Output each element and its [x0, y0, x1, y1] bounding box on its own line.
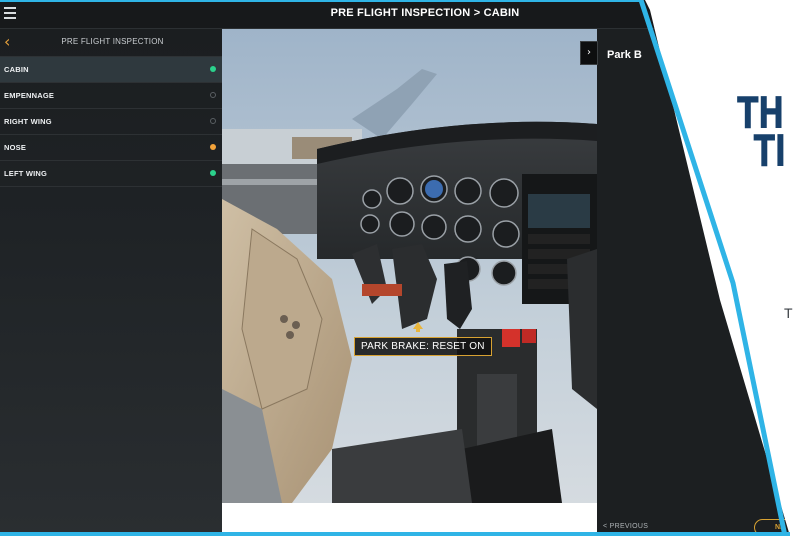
sidebar-item-label: RIGHT WING: [4, 117, 52, 126]
cockpit-panorama-photo[interactable]: [222, 29, 597, 503]
sidebar-title: PRE FLIGHT INSPECTION: [61, 37, 164, 46]
menu-icon[interactable]: [4, 5, 18, 21]
top-bar: PRE FLIGHT INSPECTION > CABIN: [0, 0, 794, 29]
hotspot-pin-icon[interactable]: [413, 322, 423, 332]
promo-heading: TH TI: [737, 92, 786, 174]
app-window: PRE FLIGHT INSPECTION > CABIN ‹ PRE FLIG…: [0, 0, 794, 536]
sidebar-item-label: CABIN: [4, 65, 29, 74]
status-complete-icon: [210, 170, 216, 176]
sidebar-item-nose[interactable]: NOSE: [0, 135, 222, 161]
status-warning-icon: [210, 144, 216, 150]
sidebar: ‹ PRE FLIGHT INSPECTION CABIN EMPENNAGE …: [0, 29, 222, 536]
previous-button[interactable]: < PREVIOUS: [603, 523, 648, 530]
park-brake-hotspot[interactable]: PARK BRAKE: RESET ON: [354, 337, 492, 356]
chevron-left-icon[interactable]: ‹: [4, 32, 10, 51]
section-list: CABIN EMPENNAGE RIGHT WING NOSE LEFT WIN…: [0, 57, 222, 187]
detail-title: Park B: [607, 49, 642, 61]
page-title: PRE FLIGHT INSPECTION > CABIN: [330, 7, 520, 19]
sidebar-item-label: EMPENNAGE: [4, 91, 55, 100]
sidebar-header: ‹ PRE FLIGHT INSPECTION: [0, 29, 222, 57]
chevron-right-icon[interactable]: ›: [580, 41, 598, 65]
photo-caption-strip: [222, 503, 597, 536]
status-complete-icon: [210, 66, 216, 72]
sidebar-item-left-wing[interactable]: LEFT WING: [0, 161, 222, 187]
cockpit-illustration: [222, 29, 597, 503]
sidebar-item-right-wing[interactable]: RIGHT WING: [0, 109, 222, 135]
sidebar-item-label: LEFT WING: [4, 169, 48, 178]
sidebar-item-label: NOSE: [4, 143, 27, 152]
status-pending-icon: [210, 118, 216, 124]
sidebar-item-empennage[interactable]: EMPENNAGE: [0, 83, 222, 109]
sidebar-item-cabin[interactable]: CABIN: [0, 57, 222, 83]
promo-subtext: T: [784, 305, 793, 321]
status-pending-icon: [210, 92, 216, 98]
next-button[interactable]: NE: [754, 519, 794, 536]
